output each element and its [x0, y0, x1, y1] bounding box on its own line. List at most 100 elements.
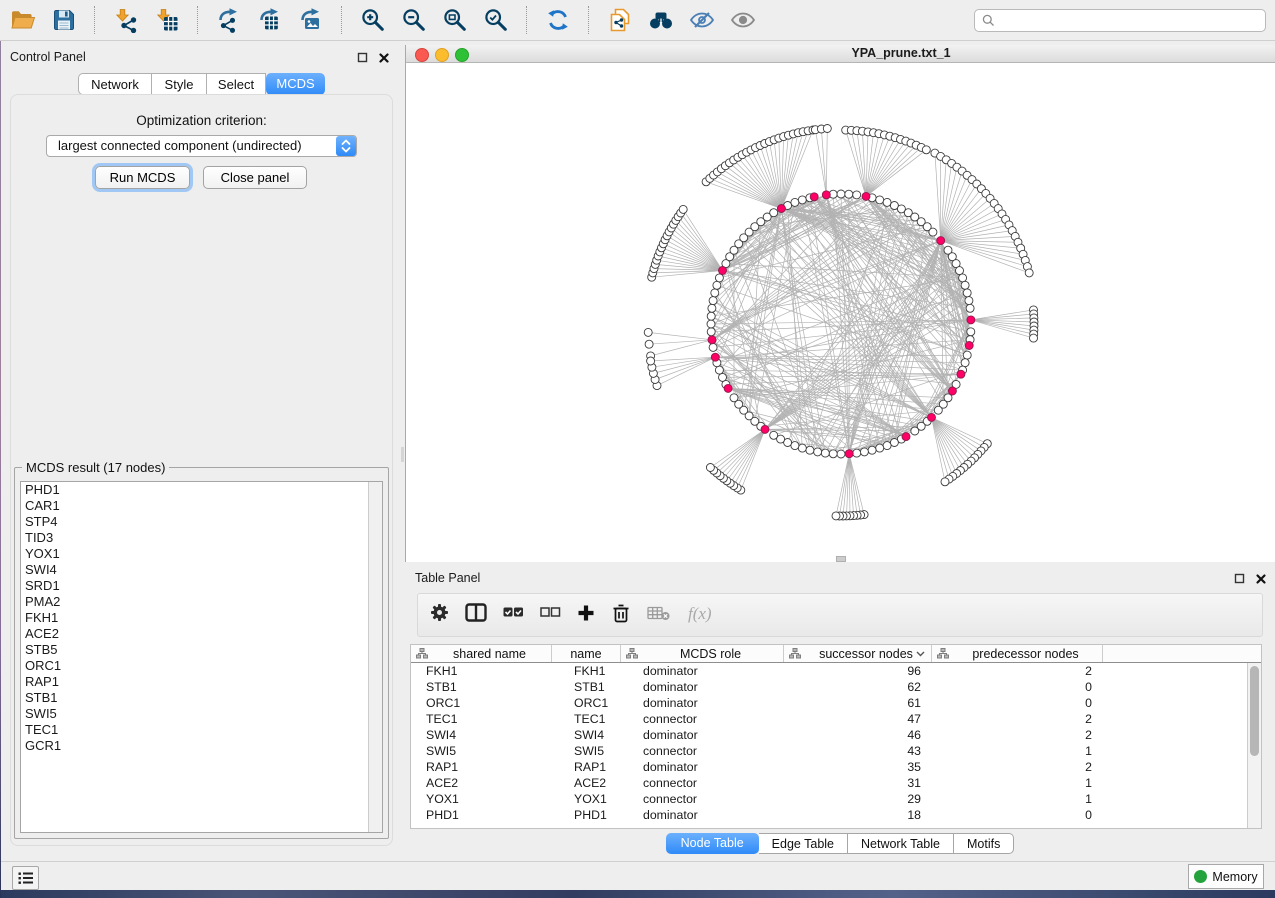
network-window-titlebar[interactable]: YPA_prune.txt_1 [406, 45, 1275, 63]
cell: ORC1 [552, 695, 621, 711]
hide-panels-icon[interactable] [689, 7, 715, 33]
cell: 0 [932, 807, 1103, 823]
tab-motifs[interactable]: Motifs [954, 833, 1014, 854]
cell: YOX1 [411, 791, 552, 807]
tab-network-table[interactable]: Network Table [848, 833, 954, 854]
network-graph[interactable] [406, 63, 1275, 562]
table-row-SWI4[interactable]: SWI4SWI4dominator462 [411, 727, 1248, 743]
result-node[interactable]: FKH1 [21, 610, 382, 626]
control-panel-close-icon[interactable] [378, 51, 390, 63]
export-network-icon[interactable] [216, 7, 242, 33]
open-session-icon[interactable] [10, 7, 36, 33]
search-network-icon[interactable] [648, 7, 674, 33]
cell: 2 [932, 759, 1103, 775]
result-node[interactable]: GCR1 [21, 738, 382, 754]
result-node[interactable]: PHD1 [21, 482, 382, 498]
result-node[interactable]: SRD1 [21, 578, 382, 594]
columns-icon[interactable] [465, 603, 487, 627]
zoom-fit-icon[interactable] [442, 7, 468, 33]
window-minimize-button[interactable] [435, 48, 449, 62]
run-mcds-button[interactable]: Run MCDS [95, 166, 190, 189]
table-scrollbar-thumb[interactable] [1250, 666, 1259, 756]
table-row-PHD1[interactable]: PHD1PHD1dominator180 [411, 807, 1248, 823]
result-node[interactable]: STP4 [21, 514, 382, 530]
gear-icon[interactable] [430, 603, 449, 627]
cell: dominator [621, 679, 784, 695]
result-node[interactable]: STB5 [21, 642, 382, 658]
window-close-button[interactable] [415, 48, 429, 62]
close-panel-button[interactable]: Close panel [203, 166, 307, 189]
column-header-name[interactable]: name [552, 645, 621, 662]
result-node[interactable]: RAP1 [21, 674, 382, 690]
mcds-result-scrollbar[interactable] [368, 482, 382, 832]
panel-splitter-handle[interactable] [401, 447, 404, 462]
table-panel-close-icon[interactable] [1255, 572, 1267, 584]
cell: 2 [932, 711, 1103, 727]
export-image-icon[interactable] [298, 7, 324, 33]
column-header-shared-name[interactable]: shared name [411, 645, 552, 662]
cell: 0 [932, 679, 1103, 695]
unselect-all-icon[interactable] [540, 603, 561, 627]
select-all-icon[interactable] [503, 603, 524, 627]
clone-network-icon[interactable] [607, 7, 633, 33]
result-node[interactable]: TID3 [21, 530, 382, 546]
import-table-icon[interactable] [154, 7, 180, 33]
tab-network[interactable]: Network [78, 73, 152, 95]
zoom-out-icon[interactable] [401, 7, 427, 33]
result-node[interactable]: SWI4 [21, 562, 382, 578]
column-header-predecessor-nodes[interactable]: predecessor nodes [932, 645, 1103, 662]
table-row-STB1[interactable]: STB1STB1dominator620 [411, 679, 1248, 695]
status-bar: Memory [0, 861, 1275, 890]
result-node[interactable]: SWI5 [21, 706, 382, 722]
cell: connector [621, 743, 784, 759]
show-panels-icon[interactable] [730, 7, 756, 33]
tab-select[interactable]: Select [207, 73, 266, 95]
result-node[interactable]: CAR1 [21, 498, 382, 514]
network-canvas[interactable] [406, 63, 1275, 562]
add-icon[interactable] [577, 604, 595, 627]
delete-icon[interactable] [611, 603, 631, 628]
column-header-successor-nodes[interactable]: successor nodes [784, 645, 932, 662]
toolbar-separator [197, 6, 199, 34]
save-session-icon[interactable] [51, 7, 77, 33]
cell: connector [621, 791, 784, 807]
search-box[interactable] [974, 9, 1266, 32]
tab-mcds[interactable]: MCDS [266, 73, 325, 95]
main-toolbar [0, 0, 1275, 41]
table-panel-float-icon[interactable] [1234, 572, 1246, 584]
tab-edge-table[interactable]: Edge Table [759, 833, 848, 854]
node-table: shared namenameMCDS rolesuccessor nodesp… [410, 644, 1262, 829]
table-row-SWI5[interactable]: SWI5SWI5connector431 [411, 743, 1248, 759]
result-node[interactable]: YOX1 [21, 546, 382, 562]
search-input[interactable] [995, 12, 1265, 30]
column-header-MCDS-role[interactable]: MCDS role [621, 645, 784, 662]
optimization-criterion-select[interactable]: largest connected component (undirected) [46, 135, 357, 157]
control-panel-float-icon[interactable] [357, 51, 369, 63]
table-row-ORC1[interactable]: ORC1ORC1dominator610 [411, 695, 1248, 711]
criterion-value: largest connected component (undirected) [58, 136, 302, 156]
export-table-icon[interactable] [257, 7, 283, 33]
table-row-RAP1[interactable]: RAP1RAP1dominator352 [411, 759, 1248, 775]
zoom-selected-icon[interactable] [483, 7, 509, 33]
result-node[interactable]: ORC1 [21, 658, 382, 674]
task-history-button[interactable] [12, 866, 39, 890]
tab-node-table[interactable]: Node Table [666, 833, 759, 854]
zoom-in-icon[interactable] [360, 7, 386, 33]
memory-button[interactable]: Memory [1188, 864, 1264, 889]
result-node[interactable]: PMA2 [21, 594, 382, 610]
table-scrollbar[interactable] [1247, 663, 1261, 828]
table-row-FKH1[interactable]: FKH1FKH1dominator962 [411, 663, 1248, 679]
cell: 29 [784, 791, 932, 807]
table-row-TEC1[interactable]: TEC1TEC1connector472 [411, 711, 1248, 727]
window-zoom-button[interactable] [455, 48, 469, 62]
memory-status-dot [1194, 870, 1207, 883]
table-row-ACE2[interactable]: ACE2ACE2connector311 [411, 775, 1248, 791]
table-row-YOX1[interactable]: YOX1YOX1connector291 [411, 791, 1248, 807]
result-node[interactable]: STB1 [21, 690, 382, 706]
column-header-filler [1103, 645, 1261, 662]
tab-style[interactable]: Style [152, 73, 207, 95]
import-network-icon[interactable] [113, 7, 139, 33]
refresh-icon[interactable] [545, 7, 571, 33]
result-node[interactable]: ACE2 [21, 626, 382, 642]
result-node[interactable]: TEC1 [21, 722, 382, 738]
